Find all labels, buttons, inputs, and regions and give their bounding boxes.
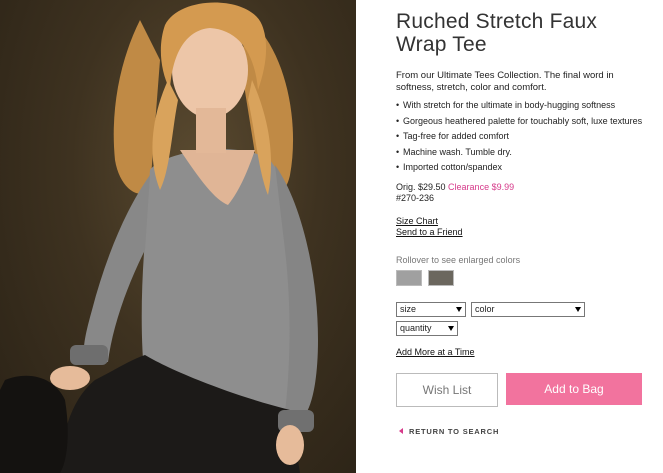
color-swatch-gray[interactable]: [396, 269, 422, 286]
original-price: Orig. $29.50: [396, 181, 446, 192]
price-line: Orig. $29.50 Clearance $9.99: [396, 182, 646, 193]
product-title: Ruched Stretch Faux Wrap Tee: [396, 10, 598, 56]
chevron-down-icon: [575, 306, 581, 312]
feature-item: Gorgeous heathered palette for touchably…: [396, 116, 646, 128]
size-select-value: size: [400, 303, 417, 314]
product-description: From our Ultimate Tees Collection. The f…: [396, 70, 614, 93]
quantity-row: quantity: [396, 320, 646, 336]
chevron-down-icon: [448, 325, 454, 331]
return-to-search-label: RETURN TO SEARCH: [409, 426, 500, 436]
feature-item: Imported cotton/spandex: [396, 162, 646, 174]
color-select[interactable]: color: [471, 301, 585, 317]
add-more-link[interactable]: Add More at a Time: [396, 347, 646, 358]
feature-item: With stretch for the ultimate in body-hu…: [396, 100, 646, 112]
quantity-select-value: quantity: [400, 322, 432, 333]
return-to-search-link[interactable]: RETURN TO SEARCH: [399, 427, 646, 436]
color-select-value: color: [475, 303, 495, 314]
rollover-colors-label: Rollover to see enlarged colors: [396, 254, 521, 265]
size-chart-link[interactable]: Size Chart: [396, 216, 646, 227]
back-arrow-icon: [399, 428, 403, 434]
feature-list: With stretch for the ultimate in body-hu…: [396, 100, 646, 174]
wish-list-button[interactable]: Wish List: [396, 372, 498, 407]
add-to-bag-button[interactable]: Add to Bag: [506, 372, 642, 405]
action-buttons: Wish List Add to Bag: [396, 372, 646, 407]
send-to-friend-link[interactable]: Send to a Friend: [396, 227, 646, 238]
product-photo: [0, 0, 356, 473]
color-swatches: [396, 269, 646, 286]
feature-item: Tag-free for added comfort: [396, 131, 646, 143]
clearance-price: Clearance $9.99: [448, 181, 515, 192]
color-swatch-charcoal[interactable]: [428, 269, 454, 286]
feature-item: Machine wash. Tumble dry.: [396, 147, 646, 159]
product-info: Ruched Stretch Faux Wrap Tee From our Ul…: [396, 10, 646, 436]
product-sku: #270-236: [396, 192, 435, 203]
model-illustration: [0, 2, 318, 473]
quantity-select[interactable]: quantity: [396, 320, 458, 336]
chevron-down-icon: [456, 306, 462, 312]
options-row: size color: [396, 301, 646, 317]
size-select[interactable]: size: [396, 301, 466, 317]
